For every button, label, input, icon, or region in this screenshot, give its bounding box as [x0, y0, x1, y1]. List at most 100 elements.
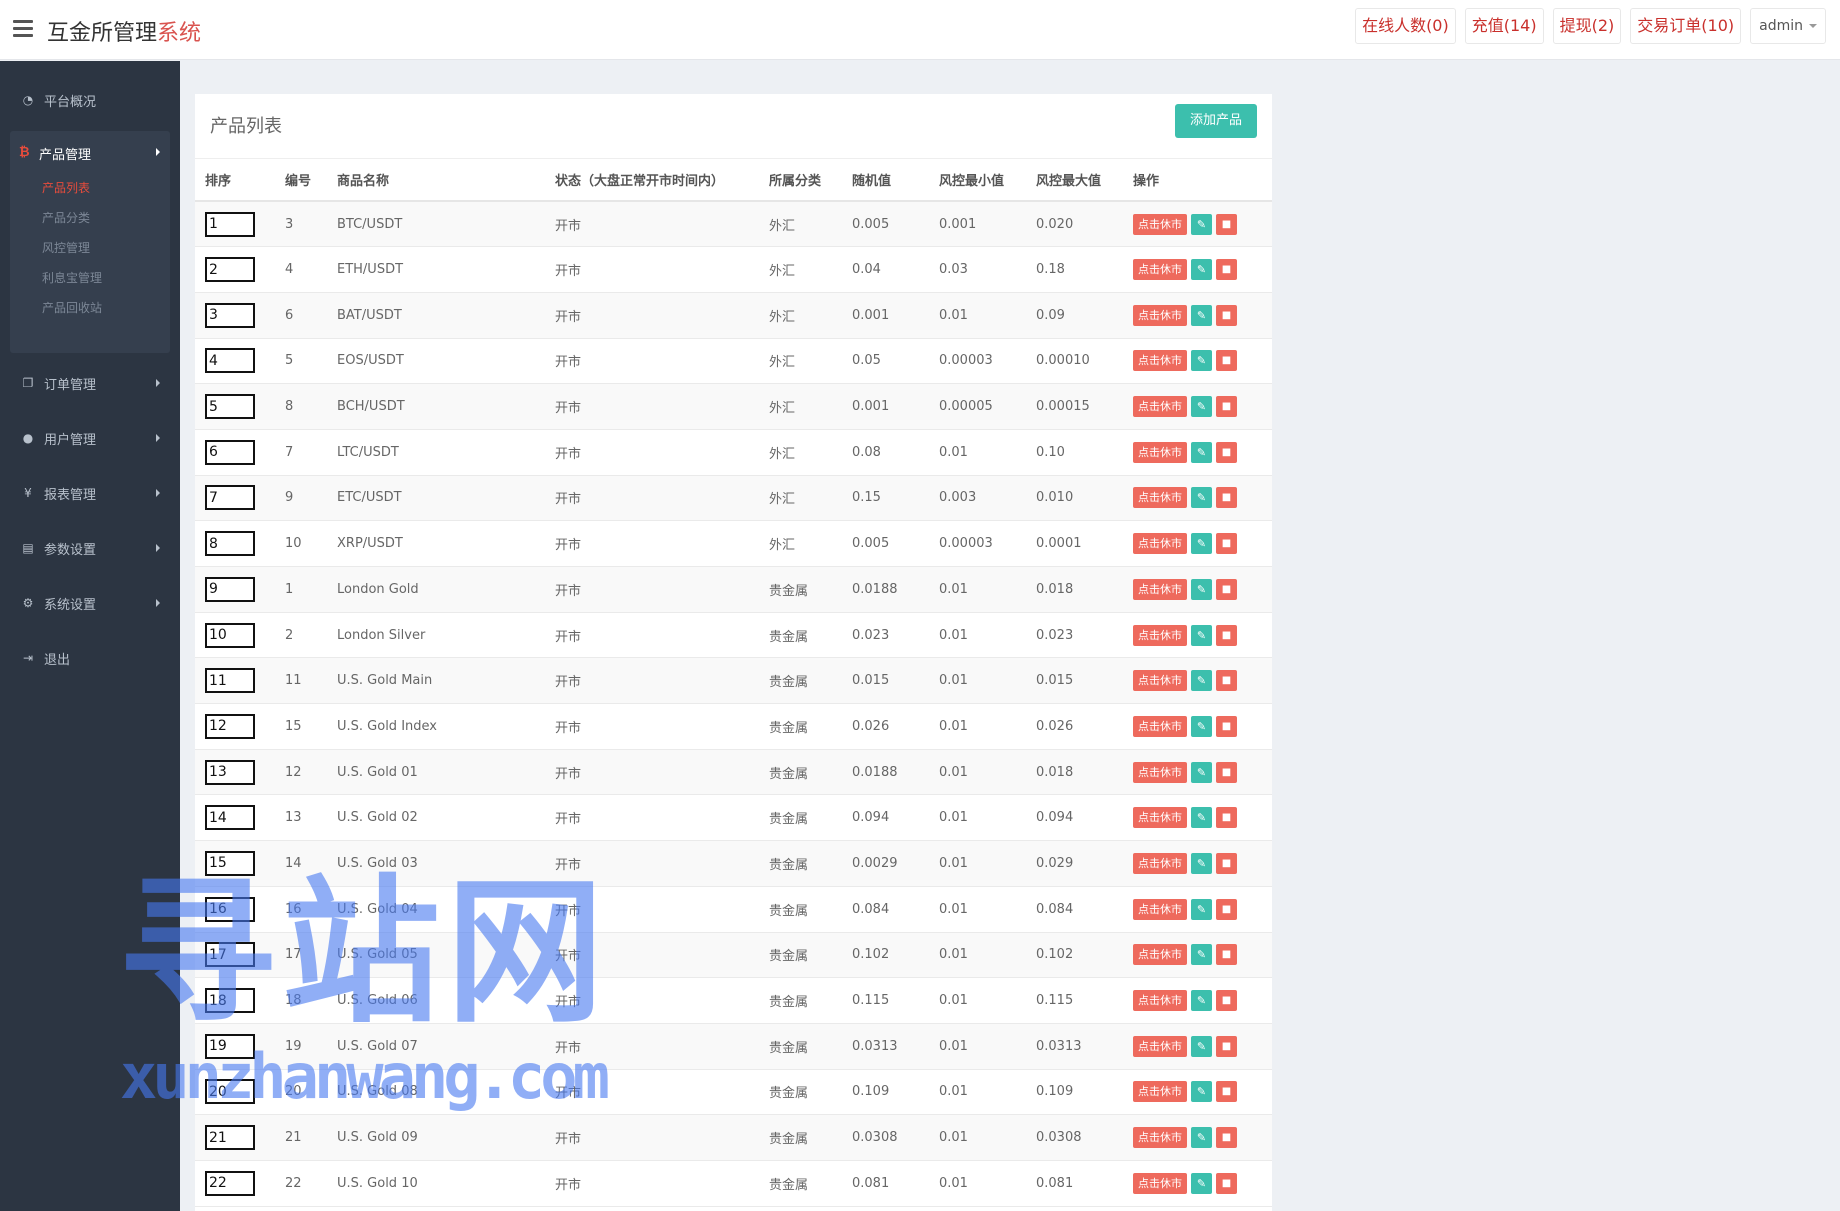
sidebar-sub-product-list[interactable]: 产品列表: [42, 179, 90, 196]
delete-button[interactable]: ■: [1216, 761, 1237, 783]
delete-button[interactable]: ■: [1216, 533, 1237, 555]
sidebar-item-system[interactable]: ⚙ 系统设置: [0, 585, 180, 621]
delete-button[interactable]: ■: [1216, 1081, 1237, 1103]
close-market-button[interactable]: 点击休市: [1133, 807, 1187, 829]
sort-input[interactable]: [205, 988, 255, 1014]
edit-button[interactable]: ✎: [1191, 807, 1212, 829]
edit-button[interactable]: ✎: [1191, 1127, 1212, 1149]
sidebar-item-params[interactable]: ▤ 参数设置: [0, 530, 180, 566]
sort-input[interactable]: [205, 805, 255, 831]
edit-button[interactable]: ✎: [1191, 990, 1212, 1012]
sort-input[interactable]: [205, 850, 255, 876]
delete-button[interactable]: ■: [1216, 213, 1237, 235]
sort-input[interactable]: [205, 485, 255, 511]
edit-button[interactable]: ✎: [1191, 304, 1212, 326]
withdraw-button[interactable]: 提现(2): [1552, 8, 1622, 44]
delete-button[interactable]: ■: [1216, 487, 1237, 509]
sort-input[interactable]: [205, 211, 255, 237]
close-market-button[interactable]: 点击休市: [1133, 259, 1187, 281]
delete-button[interactable]: ■: [1216, 990, 1237, 1012]
sort-input[interactable]: [205, 1079, 255, 1105]
close-market-button[interactable]: 点击休市: [1133, 1127, 1187, 1149]
close-market-button[interactable]: 点击休市: [1133, 990, 1187, 1012]
sidebar-item-logout[interactable]: ⇥ 退出: [0, 640, 180, 676]
sidebar-item-reports[interactable]: ¥ 报表管理: [0, 475, 180, 511]
sort-input[interactable]: [205, 942, 255, 968]
sort-input[interactable]: [205, 348, 255, 374]
user-menu[interactable]: admin: [1750, 8, 1826, 44]
sort-input[interactable]: [205, 257, 255, 283]
sort-input[interactable]: [205, 1125, 255, 1151]
delete-button[interactable]: ■: [1216, 259, 1237, 281]
edit-button[interactable]: ✎: [1191, 1172, 1212, 1194]
sidebar-sub-recycle-bin[interactable]: 产品回收站: [42, 299, 102, 316]
close-market-button[interactable]: 点击休市: [1133, 761, 1187, 783]
edit-button[interactable]: ✎: [1191, 852, 1212, 874]
edit-button[interactable]: ✎: [1191, 898, 1212, 920]
hamburger-icon[interactable]: [13, 20, 33, 38]
delete-button[interactable]: ■: [1216, 350, 1237, 372]
delete-button[interactable]: ■: [1216, 898, 1237, 920]
edit-button[interactable]: ✎: [1191, 533, 1212, 555]
sort-input[interactable]: [205, 622, 255, 648]
edit-button[interactable]: ✎: [1191, 1081, 1212, 1103]
sort-input[interactable]: [205, 1033, 255, 1059]
sidebar-item-users[interactable]: ● 用户管理: [0, 420, 180, 456]
edit-button[interactable]: ✎: [1191, 578, 1212, 600]
delete-button[interactable]: ■: [1216, 578, 1237, 600]
close-market-button[interactable]: 点击休市: [1133, 670, 1187, 692]
sidebar-sub-product-category[interactable]: 产品分类: [42, 209, 90, 226]
delete-button[interactable]: ■: [1216, 1035, 1237, 1057]
close-market-button[interactable]: 点击休市: [1133, 1081, 1187, 1103]
sort-input[interactable]: [205, 394, 255, 420]
sidebar-sub-interest[interactable]: 利息宝管理: [42, 269, 102, 286]
close-market-button[interactable]: 点击休市: [1133, 898, 1187, 920]
sidebar-sub-risk-control[interactable]: 风控管理: [42, 239, 90, 256]
edit-button[interactable]: ✎: [1191, 259, 1212, 281]
sidebar-item-product[interactable]: ₿ 产品管理: [10, 131, 170, 171]
close-market-button[interactable]: 点击休市: [1133, 944, 1187, 966]
close-market-button[interactable]: 点击休市: [1133, 852, 1187, 874]
sort-input[interactable]: [205, 439, 255, 465]
sort-input[interactable]: [205, 759, 255, 785]
close-market-button[interactable]: 点击休市: [1133, 396, 1187, 418]
edit-button[interactable]: ✎: [1191, 441, 1212, 463]
close-market-button[interactable]: 点击休市: [1133, 1035, 1187, 1057]
edit-button[interactable]: ✎: [1191, 487, 1212, 509]
sort-input[interactable]: [205, 531, 255, 557]
close-market-button[interactable]: 点击休市: [1133, 304, 1187, 326]
sort-input[interactable]: [205, 576, 255, 602]
edit-button[interactable]: ✎: [1191, 624, 1212, 646]
delete-button[interactable]: ■: [1216, 304, 1237, 326]
delete-button[interactable]: ■: [1216, 944, 1237, 966]
close-market-button[interactable]: 点击休市: [1133, 350, 1187, 372]
close-market-button[interactable]: 点击休市: [1133, 441, 1187, 463]
delete-button[interactable]: ■: [1216, 670, 1237, 692]
delete-button[interactable]: ■: [1216, 852, 1237, 874]
edit-button[interactable]: ✎: [1191, 396, 1212, 418]
sort-input[interactable]: [205, 668, 255, 694]
edit-button[interactable]: ✎: [1191, 670, 1212, 692]
edit-button[interactable]: ✎: [1191, 715, 1212, 737]
close-market-button[interactable]: 点击休市: [1133, 578, 1187, 600]
close-market-button[interactable]: 点击休市: [1133, 213, 1187, 235]
sort-input[interactable]: [205, 1170, 255, 1196]
delete-button[interactable]: ■: [1216, 441, 1237, 463]
add-product-button[interactable]: 添加产品: [1175, 104, 1257, 138]
trade-orders-button[interactable]: 交易订单(10): [1630, 8, 1742, 44]
edit-button[interactable]: ✎: [1191, 944, 1212, 966]
sort-input[interactable]: [205, 713, 255, 739]
delete-button[interactable]: ■: [1216, 396, 1237, 418]
close-market-button[interactable]: 点击休市: [1133, 487, 1187, 509]
online-count-button[interactable]: 在线人数(0): [1355, 8, 1456, 44]
edit-button[interactable]: ✎: [1191, 213, 1212, 235]
close-market-button[interactable]: 点击休市: [1133, 715, 1187, 737]
delete-button[interactable]: ■: [1216, 1127, 1237, 1149]
sort-input[interactable]: [205, 896, 255, 922]
delete-button[interactable]: ■: [1216, 807, 1237, 829]
close-market-button[interactable]: 点击休市: [1133, 533, 1187, 555]
edit-button[interactable]: ✎: [1191, 350, 1212, 372]
close-market-button[interactable]: 点击休市: [1133, 624, 1187, 646]
delete-button[interactable]: ■: [1216, 624, 1237, 646]
sidebar-item-overview[interactable]: ◔ 平台概况: [0, 82, 180, 118]
